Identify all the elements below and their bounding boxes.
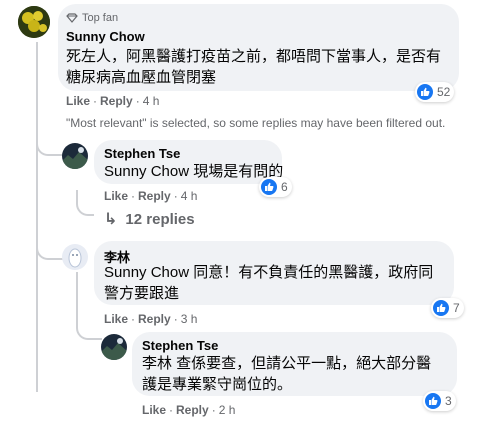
reply-bubble: 李林 Sunny Chow 同意！有不負責任的黑醫護，政府同 警方要跟進 [94,241,454,305]
reply-actions: Like · Reply · 4 h [104,189,198,203]
reply-text: Sunny Chow 現場是有問的 [104,163,284,180]
timestamp[interactable]: 4 h [181,189,198,203]
like-icon [425,393,441,409]
like-icon [417,84,433,100]
reaction-count[interactable]: 7 [431,298,464,318]
reply-actions: Like · Reply · 2 h [142,403,236,417]
mention-tag[interactable]: 李林 [142,355,172,372]
reaction-number: 52 [437,85,451,99]
reply-text-line2: 護是專業緊守崗位的。 [142,376,293,393]
comment-actions: Like · Reply · 4 h [66,94,160,108]
reply-author[interactable]: Stephen Tse [142,338,218,353]
reaction-number: 3 [445,394,452,408]
like-link[interactable]: Like [104,189,128,203]
comment-text-line2: 糖尿病高血壓血管閉塞 [66,69,217,86]
diamond-icon [66,13,78,23]
like-icon [261,179,277,195]
reply-arrow-icon: ↳ [104,211,118,228]
view-replies-button[interactable]: ↳ 12 replies [104,209,195,229]
reply-link[interactable]: Reply [176,403,209,417]
reaction-number: 6 [281,180,288,194]
reply-bubble: Stephen Tse Sunny Chow 現場是有問的 [94,140,284,184]
timestamp[interactable]: 2 h [219,403,236,417]
reply-bubble: Stephen Tse 李林 查係要查，但請公平一點，絕大部分醫 護是專業緊守崗… [132,332,457,396]
reply-actions: Like · Reply · 3 h [104,312,198,326]
reply-text-line1: 李林 查係要查，但請公平一點，絕大部分醫 [142,355,432,372]
avatar[interactable] [62,143,88,169]
reply-text-line1: Sunny Chow 同意！有不負責任的黑醫護，政府同 [104,264,434,281]
reply-author[interactable]: Stephen Tse [104,146,180,161]
mention-tag[interactable]: Sunny Chow [104,264,189,281]
like-link[interactable]: Like [104,312,128,326]
view-replies-label: 12 replies [125,210,195,228]
mention-tag[interactable]: Sunny Chow [104,163,189,180]
thread-curve-reply3 [76,300,102,340]
like-link[interactable]: Like [142,403,166,417]
thread-curve-reply2 [36,230,64,260]
reply-link[interactable]: Reply [138,189,171,203]
like-icon [433,300,449,316]
top-fan-badge: Top fan [66,12,118,24]
comment-text-line1: 死左人，阿黑醫護打疫苗之前，都唔問下當事人，是否有 [66,48,442,65]
reaction-count[interactable]: 6 [259,177,292,197]
avatar[interactable] [101,334,127,360]
reaction-number: 7 [453,301,460,315]
reply-link[interactable]: Reply [100,94,133,108]
avatar[interactable] [18,6,50,38]
timestamp[interactable]: 4 h [143,94,160,108]
reply-text-line2: 警方要跟進 [104,285,180,302]
reaction-count[interactable]: 52 [415,82,455,102]
comment-author[interactable]: Sunny Chow [66,29,145,44]
timestamp[interactable]: 3 h [181,312,198,326]
comment-bubble: Top fan Sunny Chow 死左人，阿黑醫護打疫苗之前，都唔問下當事人… [58,4,459,91]
avatar[interactable] [62,244,88,270]
reply-link[interactable]: Reply [138,312,171,326]
badge-label: Top fan [82,12,119,24]
filter-notice: "Most relevant" is selected, so some rep… [66,116,446,130]
thread-line-main [36,42,38,392]
reaction-count[interactable]: 3 [423,391,456,411]
thread-curve-view-replies [76,190,94,216]
thread-curve-reply1 [36,130,64,156]
like-link[interactable]: Like [66,94,90,108]
thread-line-reply2 [76,272,78,302]
